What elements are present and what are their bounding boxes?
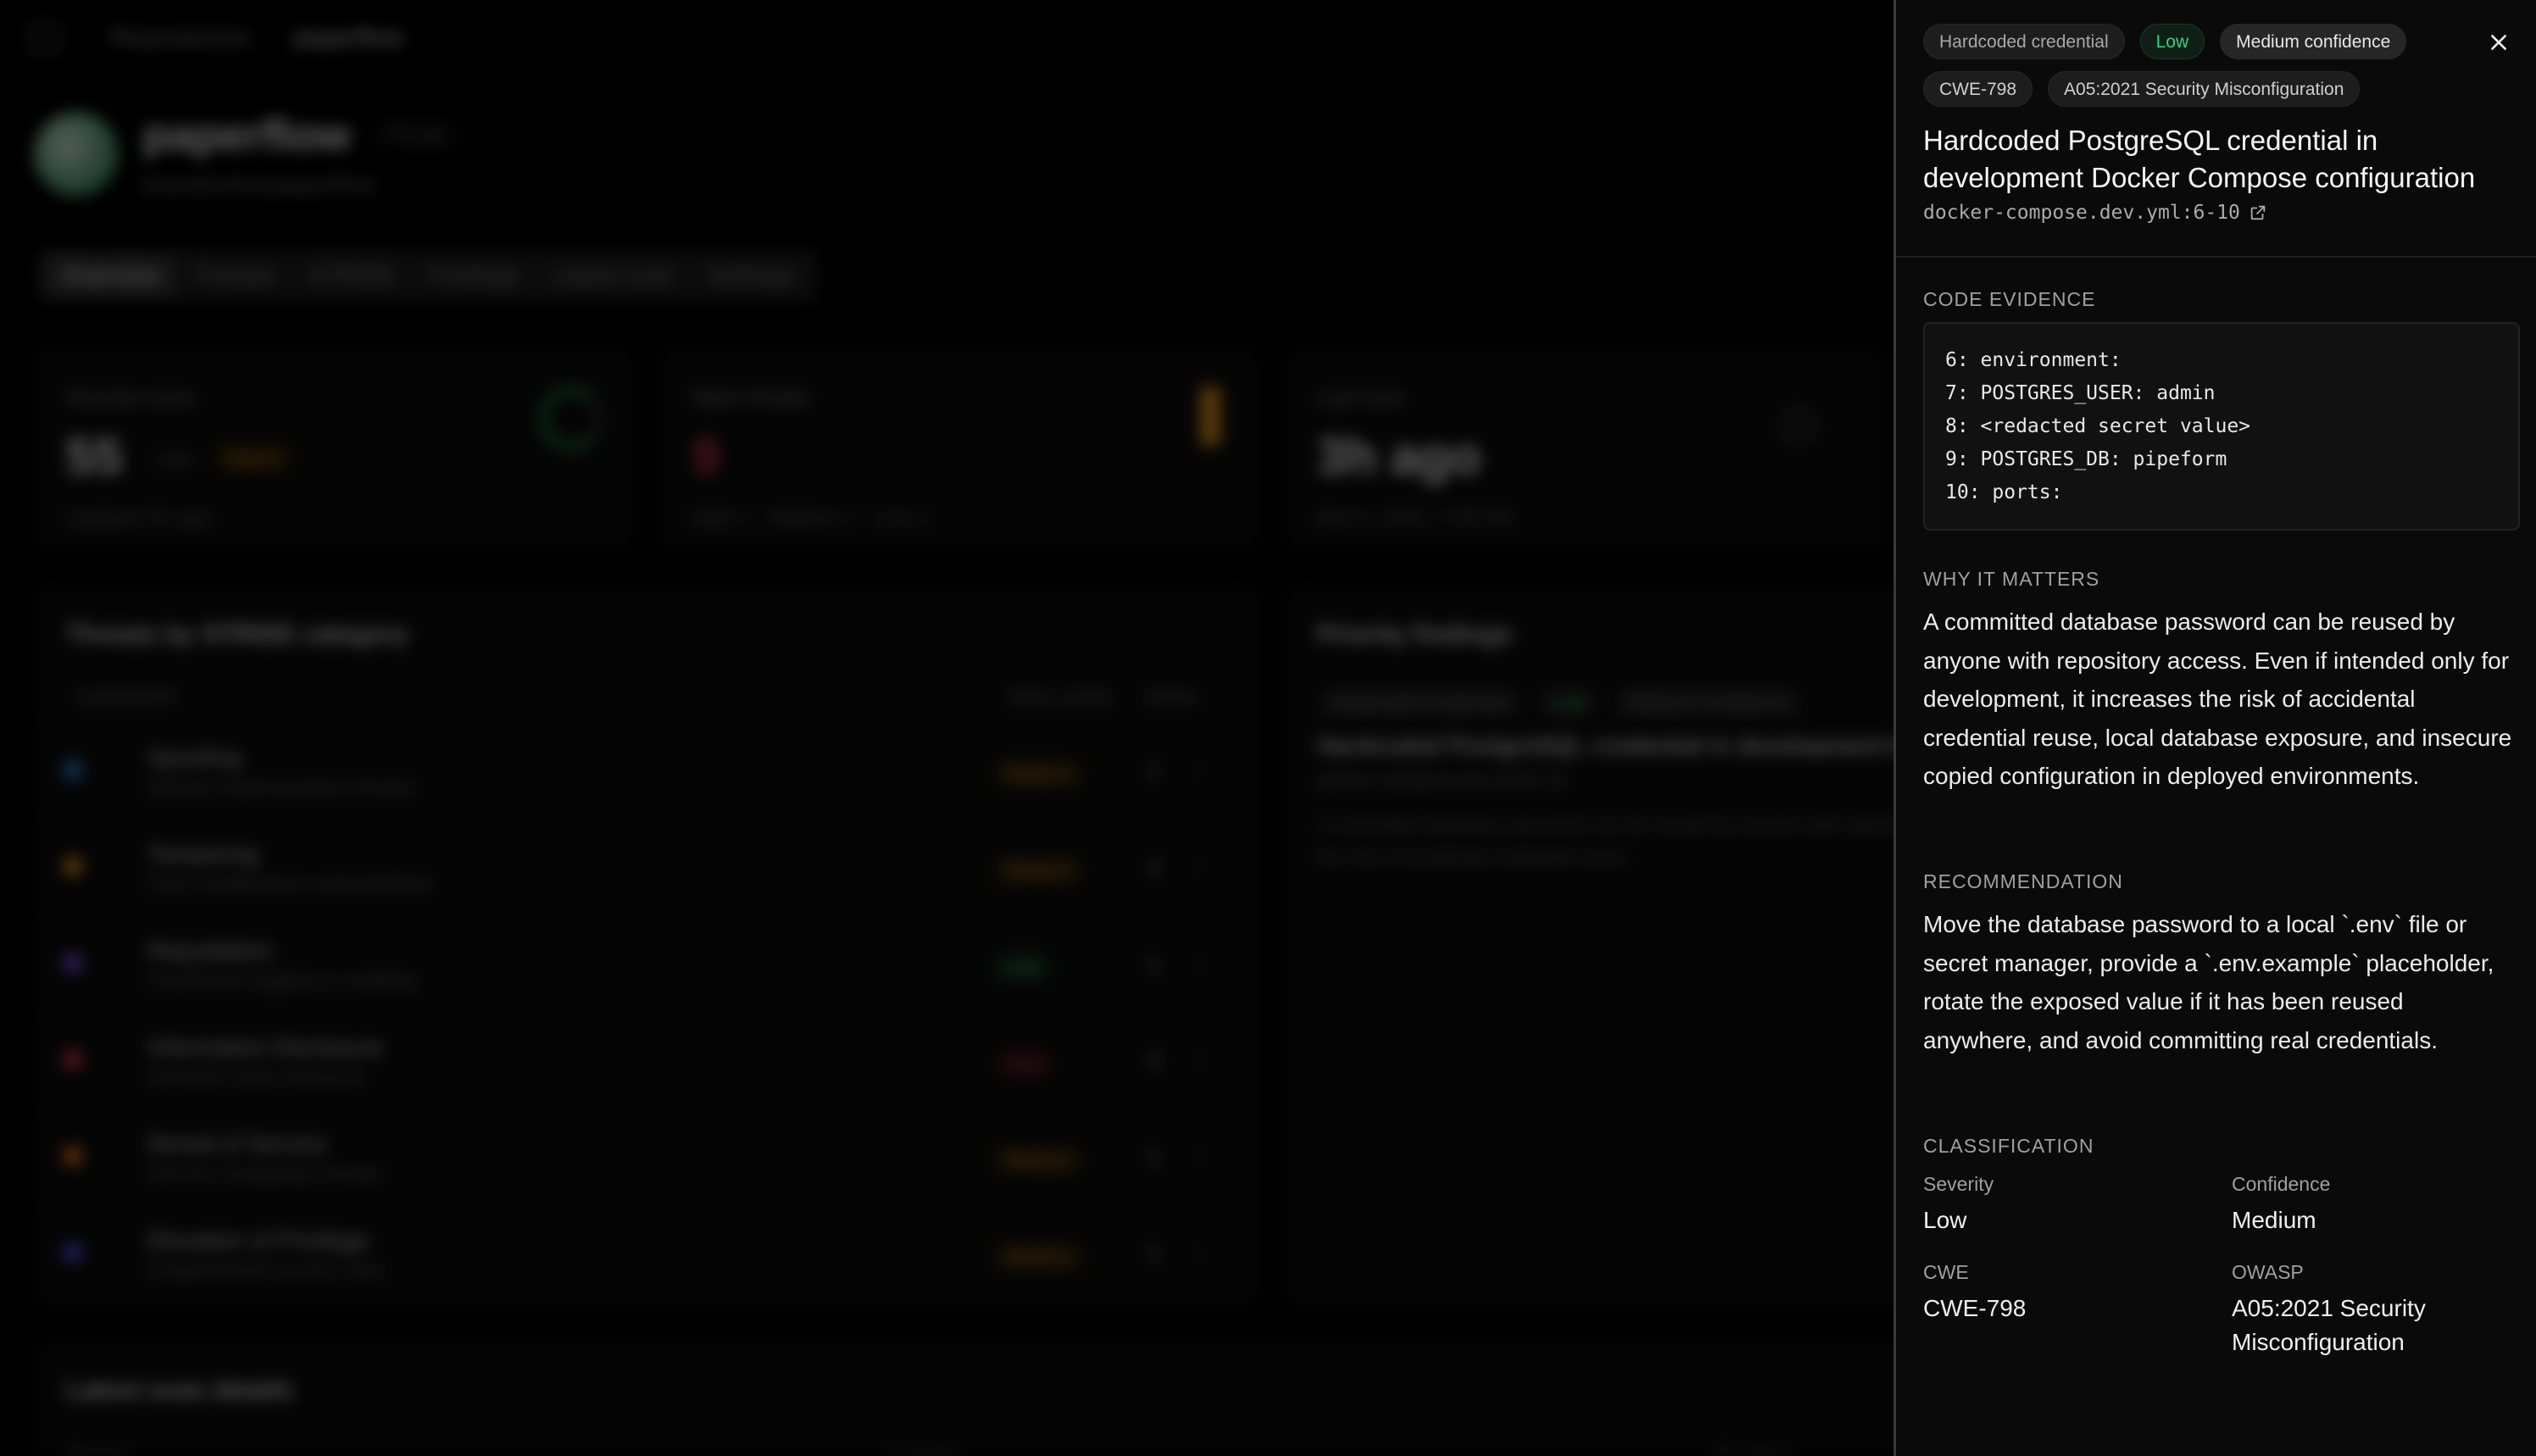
code-line: 9: POSTGRES_DB: pipeform — [1945, 448, 2227, 470]
close-icon — [2491, 35, 2506, 50]
header-divider — [1896, 256, 2536, 258]
recommendation-text: Move the database password to a local `.… — [1923, 911, 2494, 1053]
code-evidence-block: 6: environment: 7: POSTGRES_USER: admin … — [1923, 322, 2520, 531]
modal-scrim[interactable] — [0, 0, 1894, 1456]
cwe-label: CWE — [1923, 1261, 1969, 1283]
severity-label: Severity — [1923, 1173, 1994, 1195]
finding-title: Hardcoded PostgreSQL credential in devel… — [1923, 125, 2476, 193]
file-location[interactable]: docker-compose.dev.yml:6-10 — [1923, 202, 2240, 224]
cwe-chip: CWE-798 — [1923, 71, 2033, 107]
confidence-chip: Medium confidence — [2220, 24, 2407, 59]
confidence-label: Confidence — [2232, 1173, 2331, 1195]
confidence-value: Medium — [2232, 1207, 2316, 1233]
finding-file-link[interactable]: docker-compose.dev.yml:6-10 — [1923, 202, 2267, 224]
why-it-matters-heading: WHY IT MATTERS — [1923, 568, 2100, 590]
severity-value: Low — [1923, 1207, 1967, 1233]
recommendation-heading: RECOMMENDATION — [1923, 870, 2123, 892]
finding-chips-row-1: Hardcoded credential Low Medium confiden… — [1923, 24, 2422, 59]
close-button[interactable] — [2480, 24, 2517, 61]
code-line: 10: ports: — [1945, 481, 2063, 503]
severity-chip: Low — [2139, 24, 2205, 59]
owasp-chip: A05:2021 Security Misconfiguration — [2048, 71, 2361, 107]
cwe-value: CWE-798 — [1923, 1295, 2027, 1321]
code-line: 7: POSTGRES_USER: admin — [1945, 382, 2216, 404]
owasp-label: OWASP — [2232, 1261, 2304, 1283]
code-line: 6: environment: — [1945, 349, 2122, 371]
finding-detail-drawer: Hardcoded credential Low Medium confiden… — [1894, 0, 2536, 1456]
code-evidence-heading: CODE EVIDENCE — [1923, 288, 2096, 310]
finding-type-chip: Hardcoded credential — [1923, 24, 2125, 59]
owasp-value: A05:2021 Security Misconfiguration — [2232, 1295, 2426, 1355]
finding-chips-row-2: CWE-798 A05:2021 Security Misconfigurati… — [1923, 71, 2375, 107]
external-link-icon[interactable] — [2249, 203, 2267, 222]
why-it-matters-text: A committed database password can be reu… — [1923, 609, 2512, 789]
classification-heading: CLASSIFICATION — [1923, 1135, 2094, 1157]
code-line: 8: <redacted secret value> — [1945, 415, 2251, 437]
